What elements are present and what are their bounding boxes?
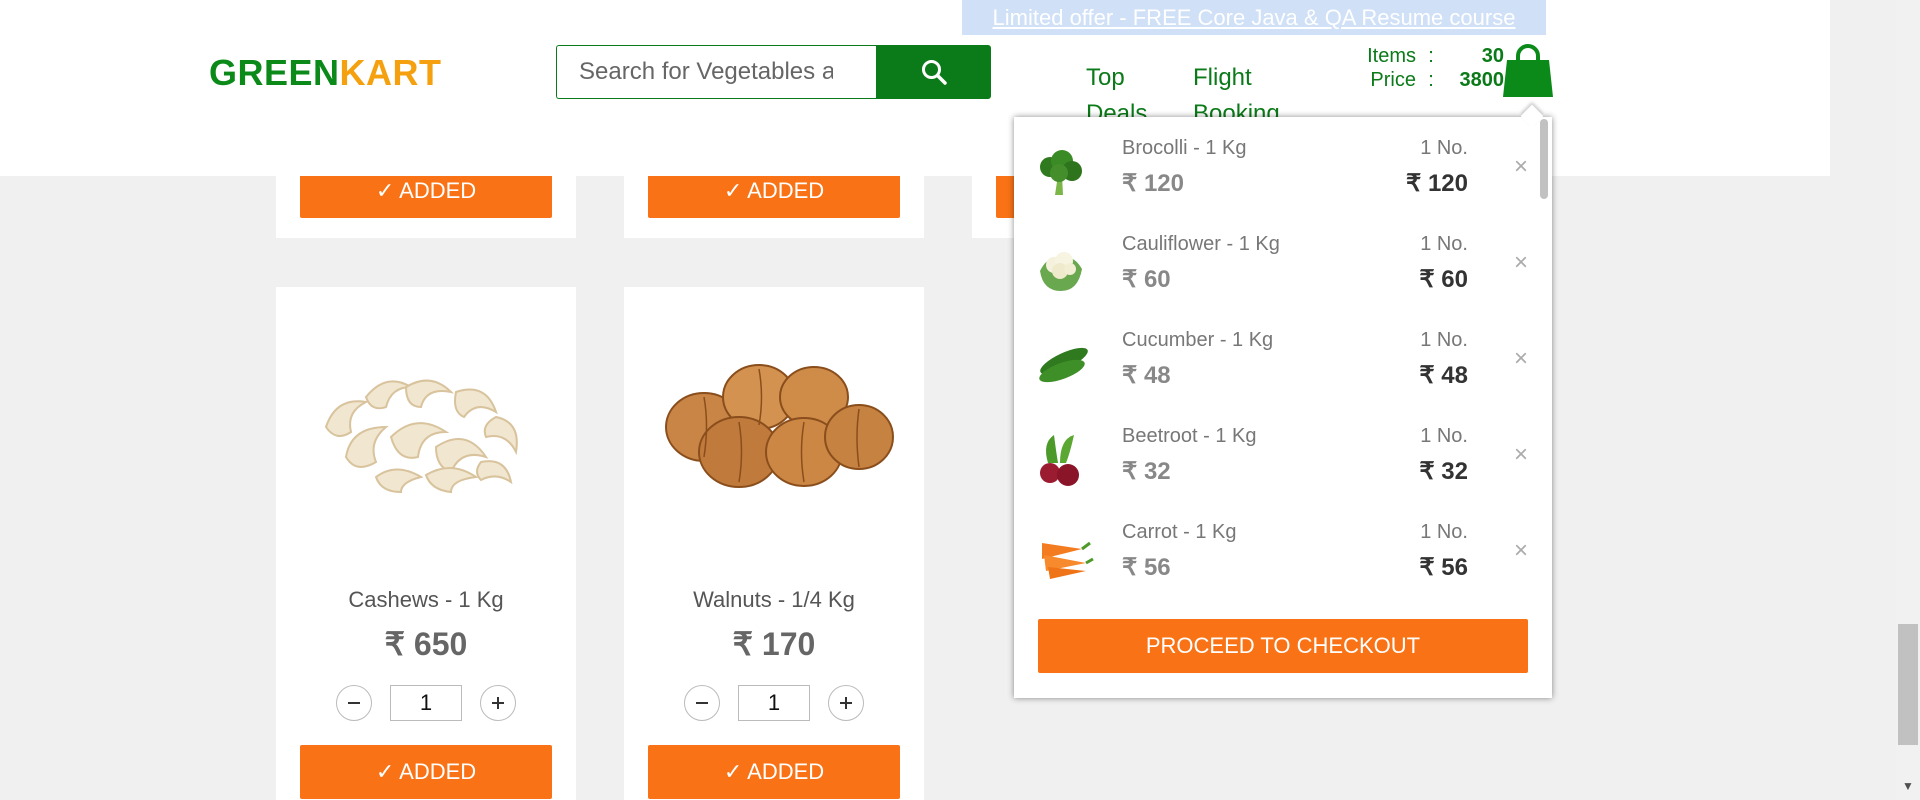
increment-button[interactable] bbox=[480, 685, 516, 721]
remove-item-button[interactable]: × bbox=[1514, 153, 1528, 181]
search-button[interactable] bbox=[876, 45, 991, 99]
cart-item-name: Brocolli - 1 Kg bbox=[1122, 137, 1247, 159]
increment-button[interactable] bbox=[828, 685, 864, 721]
cart-button[interactable] bbox=[1503, 42, 1553, 103]
cart-item-amount: ₹ 60 bbox=[1419, 266, 1468, 293]
cart-item-amount: ₹ 32 bbox=[1419, 458, 1468, 485]
quantity-stepper: 1 bbox=[684, 685, 864, 721]
product-name: Walnuts - 1/4 Kg bbox=[693, 587, 855, 612]
cart-item: Brocolli - 1 Kg ₹ 120 1 No. ₹ 120 × bbox=[1014, 135, 1552, 231]
cart-item-name: Cauliflower - 1 Kg bbox=[1122, 233, 1280, 255]
remove-item-button[interactable]: × bbox=[1514, 345, 1528, 373]
scrollbar-thumb[interactable] bbox=[1898, 624, 1918, 745]
proceed-to-checkout-button[interactable]: PROCEED TO CHECKOUT bbox=[1038, 619, 1528, 673]
cart-item-price: ₹ 60 bbox=[1122, 266, 1171, 293]
cart-item-qty: 1 No. bbox=[1420, 329, 1468, 351]
nav-label: Top bbox=[1086, 64, 1125, 91]
cart-preview-scrollbar[interactable] bbox=[1540, 119, 1548, 199]
cart-preview: Brocolli - 1 Kg ₹ 120 1 No. ₹ 120 × Caul… bbox=[1014, 104, 1552, 698]
cart-item-name: Carrot - 1 Kg bbox=[1122, 521, 1237, 543]
search-icon bbox=[921, 60, 947, 85]
page: ✓ ADDED ✓ ADDED ✓ ADDED bbox=[0, 0, 1920, 800]
price-total: 3800 bbox=[1459, 69, 1505, 91]
cart-item-amount: ₹ 48 bbox=[1419, 362, 1468, 389]
cauliflower-icon bbox=[1034, 241, 1088, 300]
quantity-input[interactable]: 1 bbox=[738, 685, 810, 721]
greenkart-logo: GREENKART bbox=[209, 52, 442, 94]
minus-icon bbox=[348, 702, 360, 704]
added-button[interactable]: ✓ ADDED bbox=[300, 745, 552, 799]
minus-icon bbox=[696, 702, 708, 704]
cart-items-row: Items : 30 bbox=[1338, 44, 1504, 68]
nav-label: Flight bbox=[1193, 64, 1252, 91]
quantity-input[interactable]: 1 bbox=[390, 685, 462, 721]
logo-kart-part: KART bbox=[339, 52, 442, 93]
product-price: ₹ 650 bbox=[384, 626, 468, 662]
carrot-icon bbox=[1034, 529, 1094, 588]
beetroot-icon bbox=[1034, 433, 1088, 498]
search-bar bbox=[556, 45, 991, 99]
cart-info: Items : 30 Price : 3800 bbox=[1338, 44, 1504, 92]
items-count: 30 bbox=[1481, 45, 1504, 67]
plus-icon bbox=[840, 697, 852, 709]
product-name: Cashews - 1 Kg bbox=[348, 587, 504, 612]
walnuts-image bbox=[644, 347, 904, 502]
remove-item-button[interactable]: × bbox=[1514, 537, 1528, 565]
added-button[interactable]: ✓ ADDED bbox=[648, 745, 900, 799]
separator: : bbox=[1428, 69, 1434, 91]
cucumber-icon bbox=[1034, 337, 1094, 396]
cart-item-qty: 1 No. bbox=[1420, 137, 1468, 159]
items-label: Items bbox=[1367, 45, 1416, 67]
page-scrollbar[interactable]: ▼ bbox=[1896, 0, 1920, 800]
cart-item-amount: ₹ 120 bbox=[1406, 170, 1468, 197]
cart-item-qty: 1 No. bbox=[1420, 521, 1468, 543]
header: Limited offer - FREE Core Java & QA Resu… bbox=[0, 0, 1830, 176]
cart-item-qty: 1 No. bbox=[1420, 233, 1468, 255]
cashews-image bbox=[296, 347, 556, 502]
remove-item-button[interactable]: × bbox=[1514, 249, 1528, 277]
cart-item-price: ₹ 48 bbox=[1122, 362, 1171, 389]
quantity-stepper: 1 bbox=[336, 685, 516, 721]
price-label: Price bbox=[1370, 69, 1416, 91]
search-input[interactable] bbox=[556, 45, 876, 99]
product-card-walnuts: Walnuts - 1/4 Kg ₹ 170 1 ✓ ADDED bbox=[624, 287, 924, 800]
shopping-bag-icon bbox=[1503, 44, 1553, 97]
cart-item-amount: ₹ 56 bbox=[1419, 554, 1468, 581]
cart-item: Cauliflower - 1 Kg ₹ 60 1 No. ₹ 60 × bbox=[1014, 231, 1552, 327]
cart-item-name: Cucumber - 1 Kg bbox=[1122, 329, 1274, 351]
decrement-button[interactable] bbox=[336, 685, 372, 721]
product-card-cashews: Cashews - 1 Kg ₹ 650 1 ✓ ADDED bbox=[276, 287, 576, 800]
offer-link[interactable]: Limited offer - FREE Core Java & QA Resu… bbox=[962, 0, 1546, 35]
cart-item-qty: 1 No. bbox=[1420, 425, 1468, 447]
cart-price-row: Price : 3800 bbox=[1338, 68, 1504, 92]
cart-item: Carrot - 1 Kg ₹ 56 1 No. ₹ 56 × bbox=[1014, 519, 1552, 615]
logo-green-part: GREEN bbox=[209, 52, 340, 93]
plus-icon bbox=[492, 697, 504, 709]
cart-item: Cucumber - 1 Kg ₹ 48 1 No. ₹ 48 × bbox=[1014, 327, 1552, 423]
broccoli-icon bbox=[1034, 145, 1088, 204]
separator: : bbox=[1428, 45, 1434, 67]
cart-item-name: Beetroot - 1 Kg bbox=[1122, 425, 1257, 447]
cart-item: Beetroot - 1 Kg ₹ 32 1 No. ₹ 32 × bbox=[1014, 423, 1552, 519]
cart-item-price: ₹ 56 bbox=[1122, 554, 1171, 581]
product-price: ₹ 170 bbox=[732, 626, 816, 662]
decrement-button[interactable] bbox=[684, 685, 720, 721]
cart-item-price: ₹ 32 bbox=[1122, 458, 1171, 485]
scroll-down-arrow-icon[interactable]: ▼ bbox=[1902, 779, 1914, 793]
remove-item-button[interactable]: × bbox=[1514, 441, 1528, 469]
cart-item-price: ₹ 120 bbox=[1122, 170, 1184, 197]
